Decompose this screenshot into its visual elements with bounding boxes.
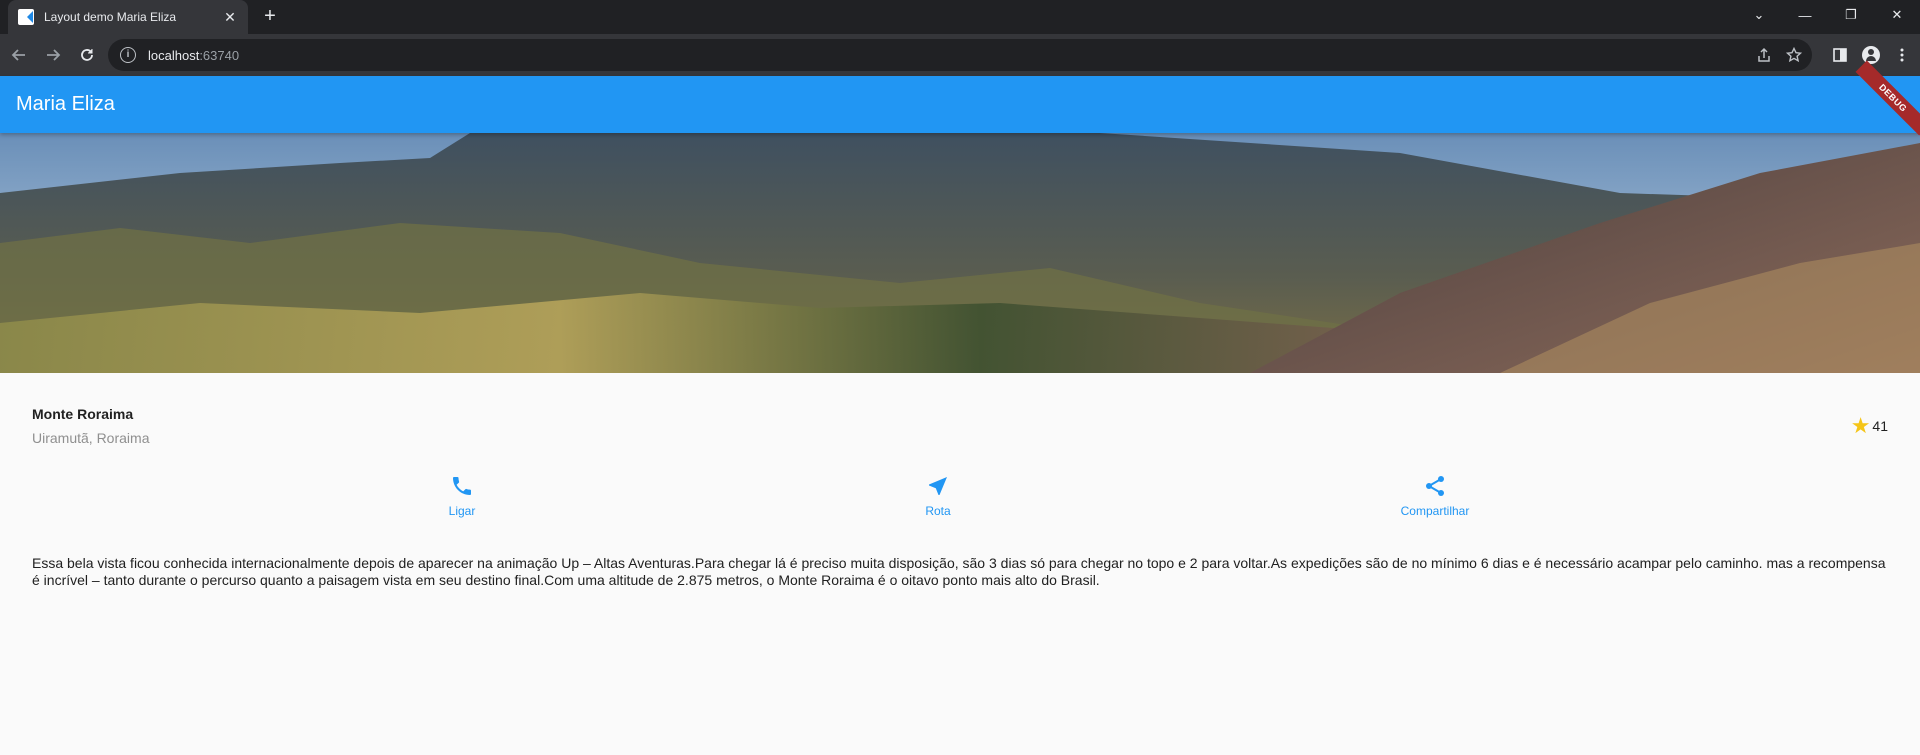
flutter-favicon-icon [18,9,34,25]
tab-search-button[interactable]: ⌄ [1736,0,1782,30]
forward-button[interactable] [38,40,68,70]
site-info-icon[interactable]: i [120,47,136,63]
side-panel-icon[interactable] [1832,47,1848,63]
bookmark-star-icon[interactable] [1786,47,1802,63]
reload-icon [81,49,93,61]
restore-button[interactable]: ❐ [1828,0,1874,30]
navigation-icon [929,477,947,495]
share-page-icon[interactable] [1756,47,1772,63]
route-button[interactable]: Rota [878,474,998,518]
app-title: Maria Eliza [16,93,115,115]
url-text[interactable]: localhost:63740 [148,48,239,63]
window-controls: ⌄ — ❐ ✕ [1736,0,1920,34]
address-bar[interactable]: i localhost:63740 [108,39,1812,71]
browser-toolbar: i localhost:63740 [0,34,1920,76]
rating-count: 41 [1872,418,1888,434]
browser-titlebar: Layout demo Maria Eliza ✕ + ⌄ — ❐ ✕ [0,0,1920,34]
hero-mountain-image [0,133,1920,373]
back-button[interactable] [4,40,34,70]
title-section: Monte Roraima Uiramutã, Roraima ★ 41 [32,400,1888,460]
more-menu-icon[interactable] [1894,47,1910,63]
description-text: Essa bela vista ficou conhecida internac… [32,555,1886,588]
rating[interactable]: ★ 41 [1851,415,1888,437]
phone-icon [453,477,471,495]
back-arrow-icon [11,49,25,61]
reload-button[interactable] [72,40,102,70]
new-tab-button[interactable]: + [258,5,282,29]
tab-close-icon[interactable]: ✕ [222,9,238,26]
share-button[interactable]: Compartilhar [1375,474,1495,518]
share-label: Compartilhar [1400,504,1470,518]
browser-tab[interactable]: Layout demo Maria Eliza ✕ [8,0,248,34]
star-icon[interactable]: ★ [1851,415,1871,437]
place-name: Monte Roraima [32,406,134,422]
button-section: Ligar Rota Compartilhar [0,474,1920,534]
close-window-button[interactable]: ✕ [1874,0,1920,30]
route-label: Rota [925,504,951,518]
forward-arrow-icon [47,49,61,61]
call-button[interactable]: Ligar [402,474,522,518]
app-bar: Maria Eliza DEBUG [0,60,1920,136]
minimize-button[interactable]: — [1782,0,1828,30]
share-icon [1426,476,1444,496]
tab-title: Layout demo Maria Eliza [44,10,177,24]
call-label: Ligar [448,504,476,518]
place-location: Uiramutã, Roraima [32,430,150,446]
